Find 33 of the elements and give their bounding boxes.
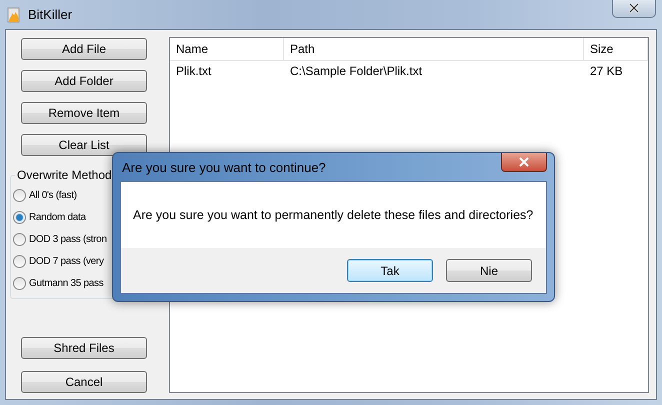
action-button[interactable]: Shred Files (21, 337, 147, 359)
action-button[interactable]: Add File (21, 38, 147, 60)
dialog-button[interactable]: Nie (446, 259, 532, 282)
table-cell-text: C:\Sample Folder\Plik.txt (289, 63, 424, 80)
close-icon (628, 3, 640, 13)
close-icon (518, 156, 530, 166)
radio-label: All 0's (fast) (29, 190, 77, 200)
radio-label: DOD 3 pass (stron (29, 234, 107, 244)
radio-button[interactable] (13, 210, 26, 224)
radio-button[interactable] (13, 188, 26, 202)
radio-button[interactable] (13, 254, 26, 268)
table-cell-text: 27 KB (589, 63, 624, 80)
dialog-button[interactable]: Tak (347, 259, 433, 282)
action-button[interactable]: Cancel (21, 371, 147, 393)
dialog-title: Are you sure you want to continue? (121, 160, 327, 174)
action-button[interactable]: Remove Item (21, 102, 147, 124)
app-icon (6, 6, 22, 22)
action-button[interactable]: Add Folder (21, 70, 147, 92)
close-button[interactable] (612, 0, 656, 18)
radio-button[interactable] (13, 232, 26, 246)
column-header[interactable]: Name (170, 38, 284, 60)
table-cell-text: Plik.txt (175, 63, 212, 80)
action-button[interactable]: Clear List (21, 134, 147, 156)
close-button[interactable] (501, 152, 547, 172)
window-title: BitKiller (28, 7, 74, 22)
radio-label: Gutmann 35 pass (29, 278, 104, 288)
radio-label: DOD 7 pass (very (29, 256, 104, 266)
dialog-message: Are you sure you want to permanently delete these files and directories? (133, 208, 534, 222)
group-title: Overwrite Method (16, 168, 113, 182)
column-header[interactable]: Path (284, 38, 584, 60)
radio-label: Random data (29, 212, 86, 222)
column-header[interactable]: Size (584, 38, 648, 60)
radio-button[interactable] (13, 276, 26, 290)
